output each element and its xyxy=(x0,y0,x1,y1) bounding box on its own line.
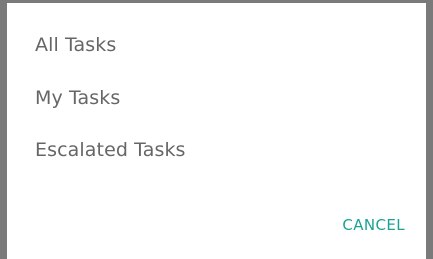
background-scrim-right[interactable] xyxy=(426,0,433,259)
option-label: My Tasks xyxy=(35,87,121,109)
screen: All Tasks My Tasks Escalated Tasks CANCE… xyxy=(0,0,433,259)
cancel-button[interactable]: CANCEL xyxy=(342,209,405,241)
option-label: All Tasks xyxy=(35,34,117,56)
option-label: Escalated Tasks xyxy=(35,139,186,161)
option-my-tasks[interactable]: My Tasks xyxy=(7,72,426,124)
option-all-tasks[interactable]: All Tasks xyxy=(7,19,426,71)
option-escalated-tasks[interactable]: Escalated Tasks xyxy=(7,124,426,176)
background-scrim-left[interactable] xyxy=(0,0,7,259)
cancel-button-label: CANCEL xyxy=(342,216,405,234)
task-filter-dialog: All Tasks My Tasks Escalated Tasks CANCE… xyxy=(7,3,426,259)
